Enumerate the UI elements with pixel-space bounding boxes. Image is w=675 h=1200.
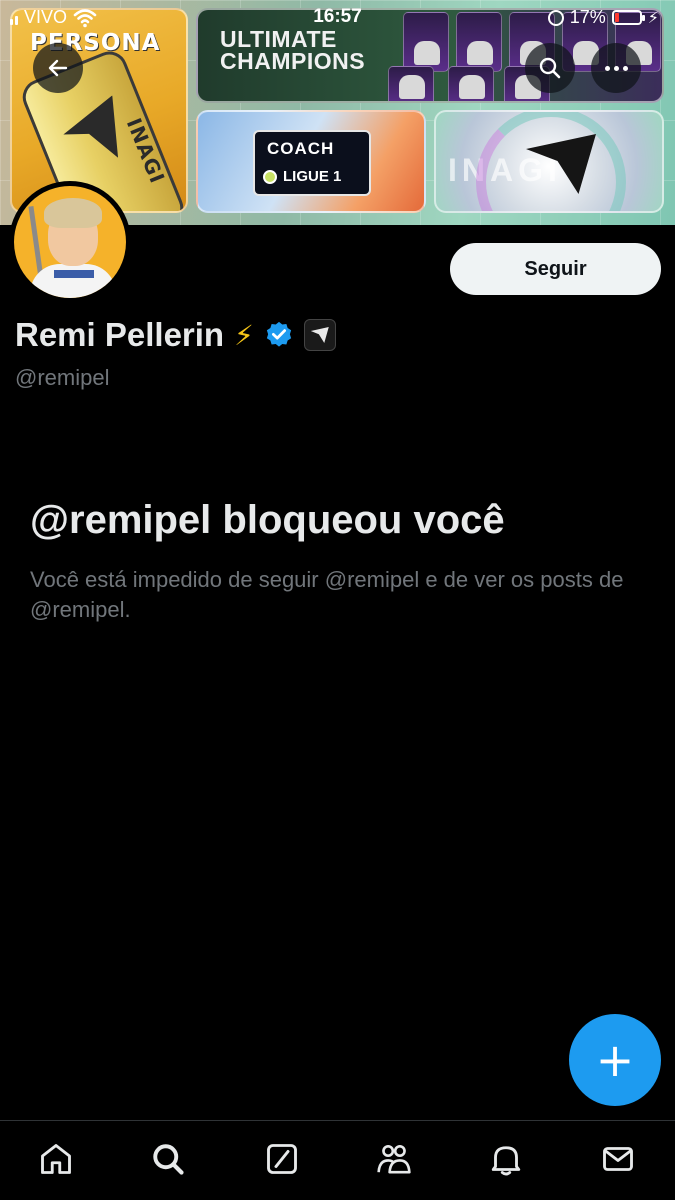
search-button[interactable]	[525, 43, 575, 93]
search-icon	[539, 57, 561, 79]
profile-name-row: Remi Pellerin ⚡	[15, 316, 336, 354]
search-icon	[153, 1144, 184, 1175]
banner-tile-persona: PERSONA INAGI	[10, 8, 188, 213]
grok-icon	[267, 1144, 297, 1174]
can-text: INAGI	[121, 114, 170, 188]
coach-text: COACH	[267, 139, 335, 158]
nav-communities[interactable]	[374, 1139, 414, 1179]
nav-notifications[interactable]	[486, 1139, 526, 1179]
lightning-emoji: ⚡	[234, 319, 254, 351]
nav-home[interactable]	[36, 1139, 76, 1179]
back-button[interactable]	[33, 43, 83, 93]
battery-icon	[611, 10, 645, 25]
avatar-stripe	[54, 270, 94, 278]
plus-icon: +	[595, 1033, 635, 1087]
orientation-lock-icon	[547, 9, 564, 26]
blocked-description: Você está impedido de seguir @remipel e …	[30, 567, 624, 622]
follow-button[interactable]: Seguir	[450, 243, 661, 295]
home-icon	[41, 1144, 71, 1174]
status-bar: VIVO 16:57 17% ⚡	[0, 0, 675, 34]
nav-messages[interactable]	[598, 1139, 638, 1179]
ligue1-text: LIGUE 1	[283, 168, 342, 185]
communities-icon	[377, 1144, 411, 1174]
player-card	[448, 66, 494, 101]
bottom-nav	[0, 1120, 675, 1200]
notifications-icon	[491, 1146, 521, 1176]
arc-decoration	[476, 112, 626, 211]
charging-icon: ⚡	[647, 9, 659, 27]
nav-explore[interactable]	[148, 1139, 188, 1179]
banner-tile-coach-ligue1: COACH LIGUE 1	[196, 110, 426, 213]
banner-tile-inagi-logo: INAGI	[434, 110, 664, 213]
more-options-button[interactable]	[591, 43, 641, 93]
more-icon	[604, 65, 628, 71]
ligue1-row: LIGUE 1	[263, 168, 341, 185]
ultimate-line-2: CHAMPIONS	[220, 48, 366, 74]
display-name: Remi Pellerin	[15, 316, 225, 353]
verified-badge-icon[interactable]	[264, 320, 294, 350]
avatar-hair	[44, 198, 102, 228]
battery-percent: 17%	[569, 7, 606, 27]
battery-fill	[614, 13, 619, 22]
messages-icon	[603, 1147, 633, 1171]
nav-grok[interactable]	[262, 1139, 302, 1179]
affiliate-badge-icon[interactable]	[303, 319, 336, 351]
player-card	[388, 66, 434, 101]
arrow-left-icon	[48, 59, 68, 77]
can-logo	[57, 95, 135, 173]
coach-ligue1-box: COACH LIGUE 1	[253, 130, 371, 196]
ligue1-logo-icon	[263, 169, 277, 184]
avatar[interactable]	[9, 181, 131, 303]
ultimate-champions-text: ULTIMATE CHAMPIONS	[220, 28, 366, 74]
profile-handle: @remipel	[15, 365, 110, 390]
compose-post-button[interactable]: +	[569, 1014, 661, 1106]
status-right: 17% ⚡	[547, 7, 659, 28]
blocked-title: @remipel bloqueou você	[30, 498, 505, 542]
